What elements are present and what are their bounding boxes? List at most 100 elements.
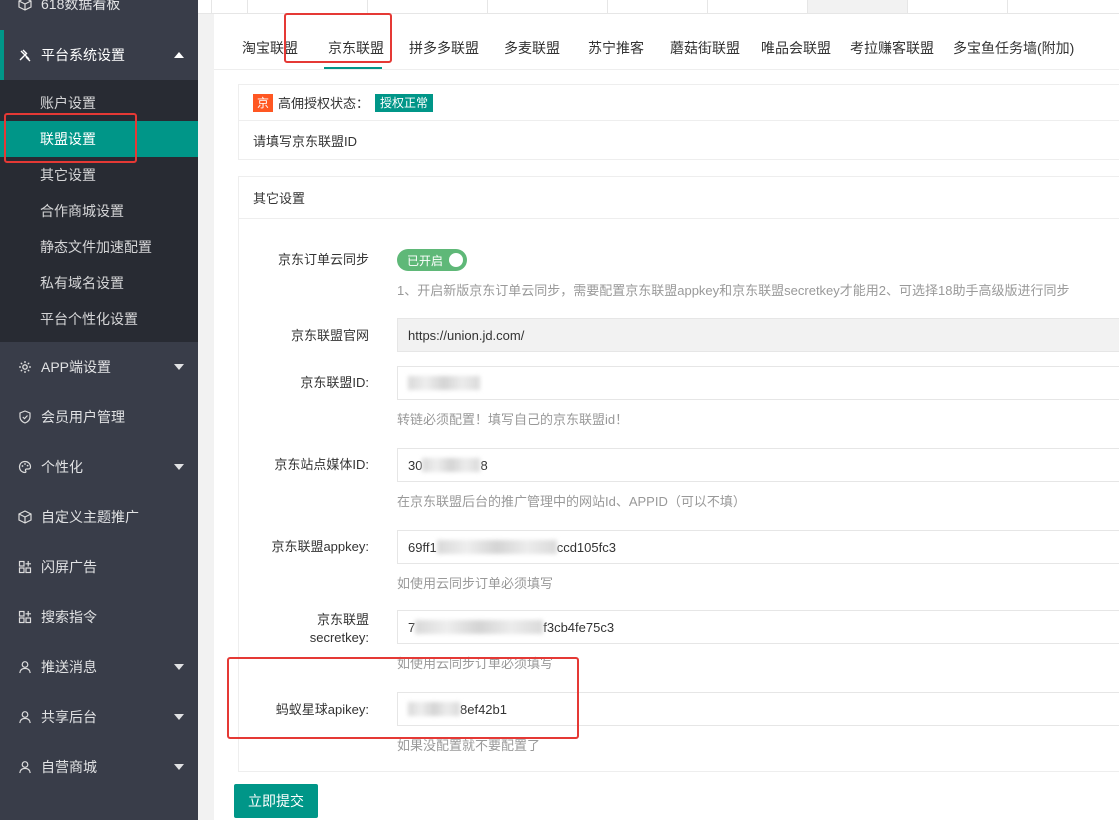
media-id-hint: 在京东联盟后台的推广管理中的网站Id、APPID（可以不填） [397, 494, 746, 509]
site-url-value: https://union.jd.com/ [408, 327, 525, 343]
sidebar-item-label: 自营商城 [41, 759, 97, 775]
active-tab-underline [324, 67, 382, 69]
chevron-up-icon [174, 52, 184, 58]
media-id-prefix: 30 [408, 457, 423, 473]
shield-icon [18, 410, 32, 424]
sidebar-item-push-messages[interactable]: 推送消息 [0, 642, 198, 692]
site-url-input[interactable]: https://union.jd.com/ [397, 318, 1119, 352]
auth-status-badge: 授权正常 [375, 93, 434, 112]
top-tab-active[interactable] [808, 0, 908, 13]
sidebar-submenu: 账户设置 联盟设置 其它设置 合作商城设置 静态文件加速配置 私有域名设置 平台… [0, 80, 198, 342]
appkey-suffix: ccd105fc3 [556, 539, 616, 555]
tools-icon [18, 48, 32, 62]
sidebar-item-618-dashboard[interactable]: 618数据看板 [0, 0, 198, 20]
secretkey-input[interactable]: 7 f3cb4fe75c3 [397, 610, 1119, 644]
tab-duobaoyu[interactable]: 多宝鱼任务墙(附加) [953, 38, 1074, 58]
jd-id-input[interactable] [397, 366, 1119, 400]
sidebar-item-self-mall[interactable]: 自营商城 [0, 742, 198, 792]
top-tab-back[interactable] [198, 0, 212, 13]
appkey-hint: 如使用云同步订单必须填写 [397, 576, 554, 591]
sidebar-item-personalize[interactable]: 个性化 [0, 442, 198, 492]
top-tab[interactable] [608, 0, 708, 13]
sidebar-item-label: 推送消息 [41, 659, 97, 675]
ant-apikey-input[interactable]: 8ef42b1 [397, 692, 1119, 726]
sidebar-item-label: 搜索指令 [41, 609, 97, 625]
sidebar-item-custom-theme[interactable]: 自定义主题推广 [0, 492, 198, 542]
sidebar-group-platform-settings[interactable]: 平台系统设置 [0, 30, 198, 80]
top-tab[interactable] [908, 0, 1008, 13]
auth-panel: 京 高佣授权状态： 授权正常 请填写京东联盟ID [238, 84, 1119, 160]
media-id-suffix: 8 [480, 457, 488, 473]
appkey-label: 京东联盟appkey: [271, 539, 369, 554]
jd-id-hint: 转链必须配置！填写自己的京东联盟id！ [397, 412, 629, 427]
top-tab[interactable] [368, 0, 488, 13]
tab-suning[interactable]: 苏宁推客 [588, 38, 644, 58]
sidebar-item-other-settings[interactable]: 其它设置 [0, 157, 198, 193]
ant-apikey-label: 蚂蚁星球apikey: [275, 702, 369, 717]
ant-apikey-suffix: 8ef42b1 [460, 701, 507, 717]
secretkey-label-line2: secretkey: [309, 630, 369, 645]
user-icon [18, 660, 32, 674]
sidebar-item-partner-mall[interactable]: 合作商城设置 [0, 193, 198, 229]
secretkey-prefix: 7 [408, 619, 416, 635]
secretkey-label: 京东联盟 secretkey: [244, 611, 369, 647]
sidebar-item-private-domain[interactable]: 私有域名设置 [0, 265, 198, 301]
sidebar-item-label: 共享后台 [41, 709, 97, 725]
chevron-down-icon [174, 764, 184, 770]
palette-icon [18, 460, 32, 474]
sidebar-item-splash-ads[interactable]: 闪屏广告 [0, 542, 198, 592]
appkey-input[interactable]: 69ff1 ccd105fc3 [397, 530, 1119, 564]
alliance-tabs: 淘宝联盟 京东联盟 拼多多联盟 多麦联盟 苏宁推客 蘑菇街联盟 唯品会联盟 考拉… [214, 14, 1119, 70]
appkey-prefix: 69ff1 [408, 539, 437, 555]
sidebar-item-static-acceleration[interactable]: 静态文件加速配置 [0, 229, 198, 265]
top-tab[interactable] [708, 0, 808, 13]
top-tab-strip [198, 0, 1119, 14]
chevron-down-icon [174, 364, 184, 370]
sidebar-item-label: APP端设置 [41, 359, 112, 375]
top-tab[interactable] [248, 0, 368, 13]
sync-label: 京东订单云同步 [277, 252, 369, 267]
blurred-value [408, 376, 480, 390]
sidebar-group-label: 平台系统设置 [41, 47, 125, 63]
switch-label: 已开启 [407, 253, 444, 268]
user-icon [18, 710, 32, 724]
tab-pinduoduo[interactable]: 拼多多联盟 [409, 38, 479, 58]
sidebar-item-shared-backend[interactable]: 共享后台 [0, 692, 198, 742]
tab-vip[interactable]: 唯品会联盟 [761, 38, 831, 58]
sidebar-item-account-settings[interactable]: 账户设置 [0, 85, 198, 121]
sidebar-item-members[interactable]: 会员用户管理 [0, 392, 198, 442]
top-tab[interactable] [488, 0, 608, 13]
chevron-down-icon [174, 664, 184, 670]
tab-taobao[interactable]: 淘宝联盟 [242, 38, 298, 58]
sidebar-item-alliance-settings[interactable]: 联盟设置 [0, 121, 198, 157]
sidebar-item-label: 会员用户管理 [41, 409, 125, 425]
sidebar-item-personalization[interactable]: 平台个性化设置 [0, 301, 198, 337]
jd-id-label: 京东联盟ID: [300, 375, 369, 390]
sidebar-item-app-settings[interactable]: APP端设置 [0, 342, 198, 392]
tab-kaola[interactable]: 考拉赚客联盟 [850, 38, 934, 58]
blurred-value [415, 620, 544, 634]
secretkey-hint: 如使用云同步订单必须填写 [397, 656, 554, 671]
switch-knob [449, 253, 463, 267]
tab-jd[interactable]: 京东联盟 [328, 38, 384, 58]
blurred-value [408, 702, 460, 716]
cube-icon [18, 0, 32, 11]
tab-duomai[interactable]: 多麦联盟 [504, 38, 560, 58]
submit-button[interactable]: 立即提交 [234, 784, 318, 818]
sidebar: 618数据看板 平台系统设置 账户设置 联盟设置 其它设置 合作商城设置 静态文… [0, 0, 198, 820]
sync-hint: 1、开启新版京东订单云同步，需要配置京东联盟appkey和京东联盟secretk… [397, 283, 1070, 298]
grid-icon [18, 610, 32, 624]
ant-apikey-hint: 如果没配置就不要配置了 [397, 738, 541, 753]
blurred-value [422, 458, 481, 472]
media-id-input[interactable]: 30 8 [397, 448, 1119, 482]
tab-mogujie[interactable]: 蘑菇街联盟 [670, 38, 740, 58]
sidebar-item-label: 618数据看板 [41, 0, 121, 12]
sidebar-item-label: 个性化 [41, 459, 83, 475]
sidebar-item-search-commands[interactable]: 搜索指令 [0, 592, 198, 642]
top-tab-home[interactable] [212, 0, 248, 13]
sidebar-item-label: 自定义主题推广 [41, 509, 139, 525]
auth-status-label: 高佣授权状态： [278, 96, 370, 111]
sync-switch[interactable]: 已开启 [397, 249, 467, 271]
secretkey-label-line1: 京东联盟 [316, 612, 369, 627]
chevron-down-icon [174, 714, 184, 720]
